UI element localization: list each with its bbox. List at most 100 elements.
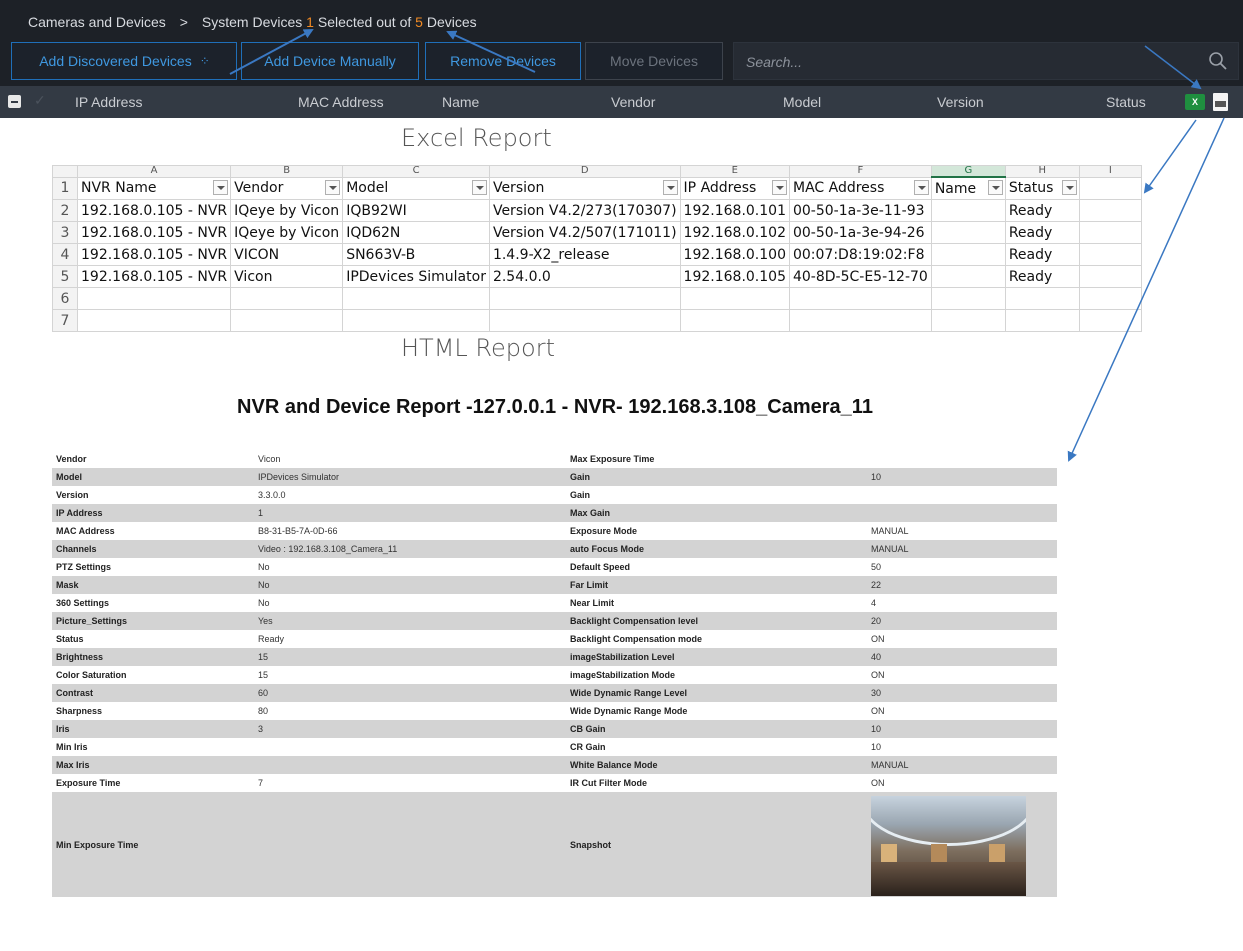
column-header-status[interactable]: Status — [1106, 94, 1146, 110]
sheet-cell[interactable]: IQeye by Vicon — [230, 221, 344, 244]
sheet-header-cell[interactable]: MAC Address — [788, 176, 932, 200]
sheet-cell[interactable]: 192.168.0.100 — [679, 243, 790, 266]
sheet-cell[interactable]: IQB92WI — [342, 199, 490, 222]
sheet-header-cell[interactable]: IP Address — [679, 176, 790, 200]
add-discovered-devices-button[interactable]: Add Discovered Devices ⁘ — [11, 42, 237, 80]
sheet-cell[interactable]: 2.54.0.0 — [488, 265, 681, 288]
sheet-cell[interactable] — [1078, 309, 1142, 332]
sheet-cell[interactable]: 192.168.0.101 — [679, 199, 790, 222]
column-header-mac[interactable]: MAC Address — [298, 94, 384, 110]
col-letter[interactable]: H — [1004, 165, 1080, 178]
sheet-header-cell[interactable]: Vendor — [230, 176, 344, 200]
sheet-cell[interactable]: 192.168.0.105 - NVR — [76, 199, 232, 222]
filter-dropdown-icon[interactable] — [771, 179, 787, 195]
sheet-cell[interactable] — [930, 265, 1006, 288]
sheet-cell[interactable] — [679, 309, 790, 332]
add-device-manually-button[interactable]: Add Device Manually — [241, 42, 419, 80]
sheet-corner[interactable] — [52, 165, 78, 178]
sheet-header-cell[interactable]: Model — [342, 176, 490, 200]
sheet-cell[interactable]: Ready — [1004, 265, 1080, 288]
sheet-header-cell[interactable]: NVR Name — [76, 176, 232, 200]
sheet-cell[interactable] — [1078, 221, 1142, 244]
sheet-header-cell[interactable]: Status — [1004, 176, 1080, 200]
html-export-icon[interactable] — [1213, 93, 1228, 111]
col-letter[interactable]: C — [342, 165, 490, 178]
sheet-cell[interactable] — [930, 221, 1006, 244]
col-letter[interactable]: A — [76, 165, 232, 178]
sheet-cell[interactable]: Ready — [1004, 221, 1080, 244]
sheet-cell[interactable] — [230, 287, 344, 310]
sheet-cell[interactable]: Version V4.2/273(170307) — [488, 199, 681, 222]
sheet-cell[interactable]: 1.4.9-X2_release — [488, 243, 681, 266]
sheet-cell[interactable]: Version V4.2/507(171011) — [488, 221, 681, 244]
sheet-cell[interactable]: 192.168.0.105 - NVR — [76, 221, 232, 244]
search-input[interactable] — [744, 51, 1188, 73]
sheet-cell[interactable]: 192.168.0.105 — [679, 265, 790, 288]
sheet-cell[interactable]: 192.168.0.105 - NVR — [76, 243, 232, 266]
sheet-cell[interactable] — [930, 243, 1006, 266]
column-header-ip[interactable]: IP Address — [75, 94, 142, 110]
sheet-cell[interactable] — [342, 309, 490, 332]
sheet-cell[interactable] — [930, 287, 1006, 310]
sheet-cell[interactable] — [788, 287, 932, 310]
sheet-cell[interactable]: 192.168.0.102 — [679, 221, 790, 244]
column-header-name[interactable]: Name — [442, 94, 479, 110]
sheet-cell[interactable] — [1004, 287, 1080, 310]
snapshot-image[interactable] — [871, 796, 1026, 896]
sheet-cell[interactable] — [1078, 265, 1142, 288]
col-letter[interactable]: E — [679, 165, 790, 178]
row-number[interactable]: 3 — [52, 221, 78, 244]
col-letter[interactable]: B — [230, 165, 344, 178]
sheet-cell[interactable] — [76, 287, 232, 310]
sheet-cell[interactable]: 00-50-1a-3e-94-26 — [788, 221, 932, 244]
col-letter[interactable]: F — [788, 165, 932, 178]
sheet-cell[interactable] — [488, 287, 681, 310]
remove-devices-button[interactable]: Remove Devices — [425, 42, 581, 80]
sheet-cell[interactable] — [1078, 199, 1142, 222]
sheet-cell[interactable] — [342, 287, 490, 310]
filter-dropdown-icon[interactable] — [913, 179, 929, 195]
sheet-cell[interactable] — [788, 309, 932, 332]
sheet-cell[interactable]: SN663V-B — [342, 243, 490, 266]
move-devices-button[interactable]: Move Devices — [585, 42, 723, 80]
excel-export-icon[interactable]: X — [1185, 94, 1205, 110]
sheet-cell[interactable]: 00:07:D8:19:02:F8 — [788, 243, 932, 266]
sheet-cell[interactable]: 00-50-1a-3e-11-93 — [788, 199, 932, 222]
sheet-cell[interactable] — [76, 309, 232, 332]
sheet-cell[interactable]: 192.168.0.105 - NVR — [76, 265, 232, 288]
column-header-vendor[interactable]: Vendor — [611, 94, 655, 110]
sheet-cell[interactable]: IPDevices Simulator — [342, 265, 490, 288]
filter-dropdown-icon[interactable] — [325, 179, 341, 195]
sheet-cell[interactable] — [1078, 287, 1142, 310]
sheet-cell[interactable] — [1004, 309, 1080, 332]
sheet-cell[interactable] — [230, 309, 344, 332]
filter-dropdown-icon[interactable] — [662, 179, 678, 195]
sheet-cell[interactable]: 40-8D-5C-E5-12-70 — [788, 265, 932, 288]
sheet-cell[interactable]: IQeye by Vicon — [230, 199, 344, 222]
sheet-cell[interactable] — [488, 309, 681, 332]
sheet-cell[interactable] — [930, 199, 1006, 222]
row-number[interactable]: 5 — [52, 265, 78, 288]
sheet-cell[interactable] — [1078, 243, 1142, 266]
filter-dropdown-icon[interactable] — [1061, 179, 1077, 195]
sheet-cell[interactable]: Ready — [1004, 243, 1080, 266]
sheet-header-cell[interactable]: Name — [930, 176, 1006, 200]
col-letter[interactable]: I — [1078, 165, 1142, 178]
sheet-cell[interactable]: Vicon — [230, 265, 344, 288]
col-letter[interactable]: D — [488, 165, 681, 178]
search-icon[interactable] — [1208, 51, 1228, 71]
row-number[interactable]: 6 — [52, 287, 78, 310]
row-number[interactable]: 4 — [52, 243, 78, 266]
row-number[interactable]: 2 — [52, 199, 78, 222]
breadcrumb-root[interactable]: Cameras and Devices — [28, 14, 166, 30]
row-number[interactable]: 1 — [52, 176, 78, 200]
column-header-version[interactable]: Version — [937, 94, 984, 110]
sheet-cell[interactable] — [930, 309, 1006, 332]
sheet-cell[interactable] — [679, 287, 790, 310]
row-number[interactable]: 7 — [52, 309, 78, 332]
sheet-cell[interactable]: Ready — [1004, 199, 1080, 222]
filter-dropdown-icon[interactable] — [213, 179, 229, 195]
col-letter[interactable]: G — [930, 165, 1006, 178]
sheet-cell[interactable] — [1078, 176, 1142, 200]
sheet-cell[interactable]: VICON — [230, 243, 344, 266]
